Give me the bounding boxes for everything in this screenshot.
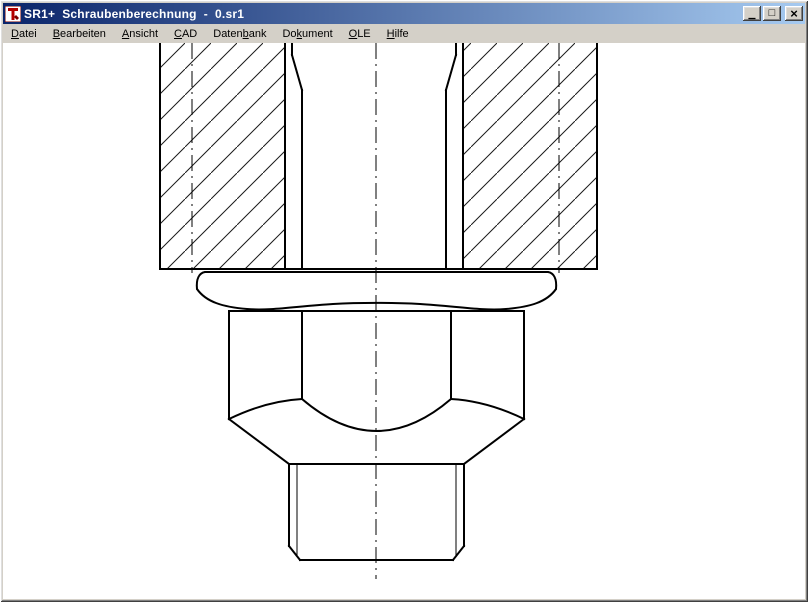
app-window: SR1+ Schraubenberechnung - 0.sr1 ▁ □ × D… <box>0 0 808 602</box>
window-title: SR1+ Schraubenberechnung - 0.sr1 <box>24 6 741 21</box>
menu-item-ole[interactable]: OLE <box>341 24 379 43</box>
drawing-canvas[interactable] <box>3 43 805 599</box>
tapped-hole-lines <box>285 43 463 269</box>
menu-item-ansicht[interactable]: Ansicht <box>114 24 166 43</box>
menu-item-dokument[interactable]: Dokument <box>274 24 340 43</box>
plate-hatch-left <box>160 43 285 269</box>
close-button[interactable]: × <box>785 6 803 21</box>
menu-item-datenbank[interactable]: Datenbank <box>205 24 274 43</box>
menubar: DateiBearbeitenAnsichtCADDatenbankDokume… <box>3 24 805 43</box>
close-icon: × <box>790 8 798 20</box>
cad-drawing <box>3 43 805 599</box>
menu-item-cad[interactable]: CAD <box>166 24 205 43</box>
app-icon[interactable] <box>5 6 21 22</box>
minimize-icon: ▁ <box>749 9 756 19</box>
bolt-thread-lines <box>292 43 456 269</box>
menu-item-bearbeiten[interactable]: Bearbeiten <box>45 24 114 43</box>
plate-hatch-right <box>463 43 597 269</box>
maximize-button[interactable]: □ <box>763 6 781 21</box>
menu-item-datei[interactable]: Datei <box>3 24 45 43</box>
titlebar[interactable]: SR1+ Schraubenberechnung - 0.sr1 ▁ □ × <box>3 3 805 24</box>
menu-item-hilfe[interactable]: Hilfe <box>379 24 417 43</box>
maximize-icon: □ <box>769 8 776 19</box>
minimize-button[interactable]: ▁ <box>743 6 761 21</box>
